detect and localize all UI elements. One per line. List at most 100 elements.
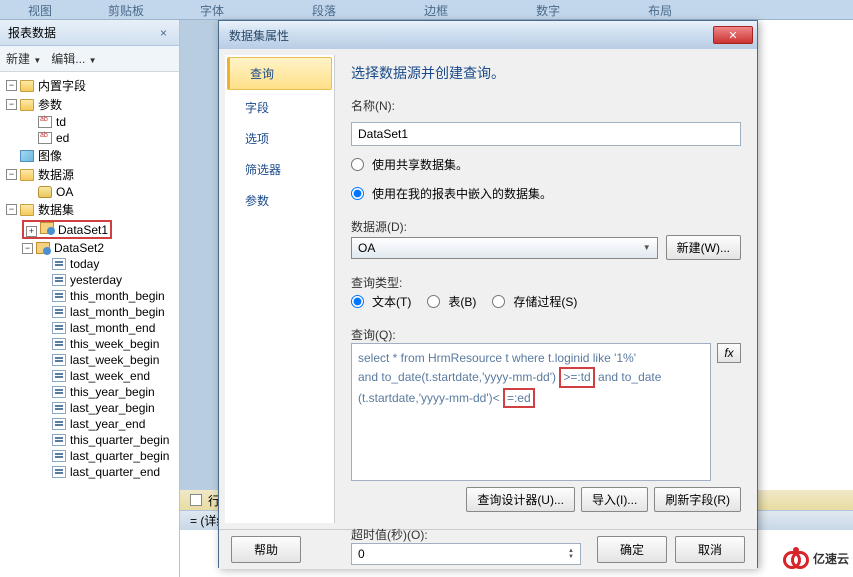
panel-toolbar: 新建 ▼ 编辑... ▼ — [0, 46, 179, 72]
panel-header: 报表数据 × — [0, 20, 179, 46]
field-icon — [52, 338, 66, 350]
nav-parameters[interactable]: 参数 — [225, 185, 334, 216]
row-group-icon — [190, 494, 202, 506]
ribbon-label: 字体 — [172, 0, 252, 19]
tree-datasources[interactable]: −数据源 — [0, 165, 179, 184]
folder-icon — [20, 169, 34, 181]
param-icon — [38, 132, 52, 144]
ribbon-label: 数字 — [476, 0, 588, 19]
tree-datasource-oa[interactable]: OA — [0, 184, 179, 200]
watermark: 亿速云 — [783, 547, 849, 569]
ribbon-label: 视图 — [0, 0, 80, 19]
name-input[interactable] — [351, 122, 741, 146]
content-heading: 选择数据源并创建查询。 — [351, 63, 741, 83]
field-icon — [52, 418, 66, 430]
image-icon — [20, 150, 34, 162]
refresh-fields-button[interactable]: 刷新字段(R) — [654, 487, 741, 512]
tree-field[interactable]: last_week_end — [0, 368, 179, 384]
tree-dataset2[interactable]: −DataSet2 — [0, 240, 179, 256]
tree-field[interactable]: last_quarter_begin — [0, 448, 179, 464]
nav-options[interactable]: 选项 — [225, 123, 334, 154]
name-label: 名称(N): — [351, 97, 741, 114]
nav-query[interactable]: 查询 — [227, 57, 332, 90]
new-datasource-button[interactable]: 新建(W)... — [666, 235, 741, 260]
ribbon-group-labels: 视图 剪贴板 字体 段落 边框 数字 布局 — [0, 0, 853, 20]
dataset-icon — [40, 222, 54, 234]
field-icon — [52, 322, 66, 334]
field-icon — [52, 386, 66, 398]
help-button[interactable]: 帮助 — [231, 536, 301, 563]
field-icon — [52, 274, 66, 286]
field-icon — [52, 306, 66, 318]
radio-embedded[interactable]: 使用在我的报表中嵌入的数据集。 — [351, 185, 741, 202]
nav-fields[interactable]: 字段 — [225, 92, 334, 123]
query-label: 查询(Q): — [351, 326, 741, 343]
panel-close-icon[interactable]: × — [156, 26, 171, 40]
tree-field[interactable]: yesterday — [0, 272, 179, 288]
dialog-titlebar[interactable]: 数据集属性 ✕ — [219, 21, 757, 49]
radio-table[interactable]: 表(B) — [427, 293, 476, 310]
watermark-logo-icon — [783, 547, 809, 569]
ribbon-label: 边框 — [364, 0, 476, 19]
edit-button[interactable]: 编辑... ▼ — [51, 50, 96, 67]
tree-field[interactable]: last_month_end — [0, 320, 179, 336]
chevron-down-icon: ▼ — [643, 243, 651, 252]
report-tree: −内置字段 −参数 td ed 图像 −数据源 OA −数据集 +DataSet… — [0, 72, 179, 484]
tree-field[interactable]: today — [0, 256, 179, 272]
db-icon — [38, 186, 52, 198]
radio-sp[interactable]: 存储过程(S) — [492, 293, 577, 310]
dialog-nav: 查询 字段 选项 筛选器 参数 — [225, 55, 335, 523]
query-designer-button[interactable]: 查询设计器(U)... — [466, 487, 575, 512]
dialog-title: 数据集属性 — [229, 27, 289, 44]
tree-field[interactable]: last_year_begin — [0, 400, 179, 416]
folder-icon — [20, 80, 34, 92]
datasource-select[interactable]: OA▼ — [351, 237, 658, 259]
query-type-label: 查询类型: — [351, 274, 741, 291]
tree-parameters[interactable]: −参数 — [0, 95, 179, 114]
query-textarea[interactable]: select * from HrmResource t where t.logi… — [351, 343, 711, 481]
tree-builtin-fields[interactable]: −内置字段 — [0, 76, 179, 95]
highlight-ed: =:ed — [503, 388, 535, 409]
spinner-icon[interactable]: ▲▼ — [568, 548, 574, 560]
tree-param-td[interactable]: td — [0, 114, 179, 130]
field-icon — [52, 434, 66, 446]
dataset-icon — [36, 242, 50, 254]
tree-field[interactable]: last_quarter_end — [0, 464, 179, 480]
cancel-button[interactable]: 取消 — [675, 536, 745, 563]
radio-shared[interactable]: 使用共享数据集。 — [351, 156, 741, 173]
datasource-label: 数据源(D): — [351, 218, 741, 235]
tree-field[interactable]: this_week_begin — [0, 336, 179, 352]
field-icon — [52, 450, 66, 462]
ribbon-label: 剪贴板 — [80, 0, 172, 19]
tree-images[interactable]: 图像 — [0, 146, 179, 165]
import-button[interactable]: 导入(I)... — [581, 487, 648, 512]
ok-button[interactable]: 确定 — [597, 536, 667, 563]
ribbon-label: 布局 — [588, 0, 700, 19]
tree-field[interactable]: this_month_begin — [0, 288, 179, 304]
dataset-properties-dialog: 数据集属性 ✕ 查询 字段 选项 筛选器 参数 选择数据源并创建查询。 名称(N… — [218, 20, 758, 568]
field-icon — [52, 290, 66, 302]
tree-field[interactable]: last_year_end — [0, 416, 179, 432]
field-icon — [52, 466, 66, 478]
tree-datasets[interactable]: −数据集 — [0, 200, 179, 219]
report-data-panel: 报表数据 × 新建 ▼ 编辑... ▼ −内置字段 −参数 td ed 图像 −… — [0, 20, 180, 577]
new-button[interactable]: 新建 ▼ — [6, 50, 41, 67]
panel-title: 报表数据 — [8, 24, 56, 41]
tree-field[interactable]: this_quarter_begin — [0, 432, 179, 448]
expression-button[interactable]: fx — [717, 343, 741, 363]
dialog-close-button[interactable]: ✕ — [713, 26, 753, 44]
timeout-input[interactable]: 0 ▲▼ — [351, 543, 581, 565]
param-icon — [38, 116, 52, 128]
tree-param-ed[interactable]: ed — [0, 130, 179, 146]
folder-icon — [20, 204, 34, 216]
tree-field[interactable]: this_year_begin — [0, 384, 179, 400]
field-icon — [52, 370, 66, 382]
vertical-ruler — [180, 20, 220, 500]
tree-field[interactable]: last_week_begin — [0, 352, 179, 368]
tree-dataset1[interactable]: +DataSet1 — [0, 219, 179, 240]
field-icon — [52, 402, 66, 414]
watermark-text: 亿速云 — [813, 550, 849, 567]
tree-field[interactable]: last_month_begin — [0, 304, 179, 320]
radio-text[interactable]: 文本(T) — [351, 293, 411, 310]
nav-filters[interactable]: 筛选器 — [225, 154, 334, 185]
